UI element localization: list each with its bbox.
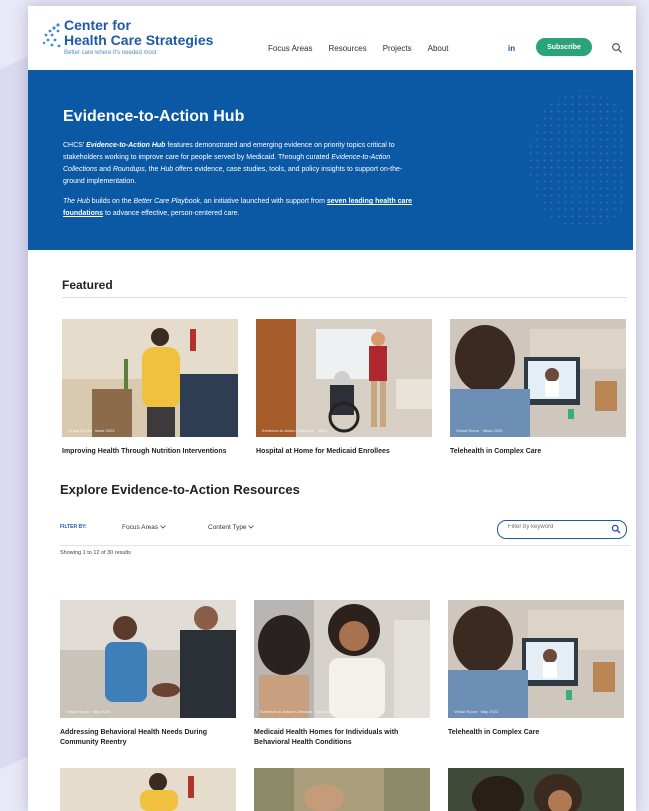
hero-playbook-text: , an initiative launched with support fr… [200, 198, 327, 205]
card-tag: Virtual Room · Ideas 2023 [68, 428, 115, 433]
telehealth-photo-illustration [448, 600, 624, 718]
site-header: Center for Health Care Strategies Better… [28, 6, 636, 75]
resource-card-partial[interactable] [448, 768, 624, 811]
hero-playbook-prefix: The Hub [63, 198, 90, 205]
kitchen-photo-illustration [62, 319, 238, 437]
content-type-label: Content Type [208, 524, 247, 531]
hero-playbook-end: to advance effective, person-centered ca… [103, 210, 240, 217]
telehealth-photo-illustration [450, 319, 626, 437]
card-image: Evidence-to-Action Collection · 2023 [256, 319, 432, 437]
search-icon[interactable] [611, 42, 623, 54]
hero-intro-prefix: CHCS' [63, 142, 85, 149]
hero-intro-and: and [97, 166, 113, 173]
hero-intro-hub-short: Hub [160, 166, 174, 173]
reentry-photo-illustration [60, 600, 236, 718]
focus-areas-dropdown[interactable]: Focus Areas [122, 524, 166, 531]
resource-card[interactable]: Evidence-to-Action Collection · June 202… [254, 600, 430, 748]
hero-playbook-mid: builds on the [89, 198, 134, 205]
card-title[interactable]: Hospital at Home for Medicaid Enrollees [256, 447, 432, 457]
focus-areas-label: Focus Areas [122, 524, 159, 531]
chevron-down-icon [160, 525, 166, 529]
resource-card-partial[interactable] [60, 768, 236, 811]
card-image: Virtual Room · Ideas 2023 [62, 319, 238, 437]
hero-banner: Evidence-to-Action Hub CHCS' Evidence-to… [28, 70, 633, 250]
resource-card[interactable]: Virtual Room · May 2023 Addressing Behav… [60, 600, 236, 748]
filter-bar: FILTER BY: Focus Areas Content Type [60, 520, 630, 540]
hero-playbook-name: Better Care Playbook [133, 198, 200, 205]
card-image: Virtual Room · May 2023 [448, 600, 624, 718]
keyword-search-input[interactable] [508, 524, 603, 530]
logo-tagline: Better care where it's needed most [64, 50, 157, 56]
nav-item-projects[interactable]: Projects [383, 44, 412, 53]
health-homes-photo-illustration [254, 600, 430, 718]
card-title[interactable]: Addressing Behavioral Health Needs Durin… [60, 728, 236, 748]
card-title[interactable]: Medicaid Health Homes for Individuals wi… [254, 728, 430, 748]
divider [60, 545, 630, 546]
hero-intro-text2: , the [144, 166, 161, 173]
page-frame: Center for Health Care Strategies Better… [28, 6, 636, 811]
card-tag: Virtual Room · May 2023 [454, 709, 499, 714]
featured-heading: Featured [62, 278, 113, 292]
photo-illustration [254, 768, 430, 811]
featured-card[interactable]: Virtual Room · Ideas 2023 Improving Heal… [62, 319, 238, 457]
hero-playbook: The Hub builds on the Better Care Playbo… [63, 196, 413, 220]
nav-item-focus-areas[interactable]: Focus Areas [268, 44, 312, 53]
card-title[interactable]: Telehealth in Complex Care [448, 728, 624, 738]
content-type-dropdown[interactable]: Content Type [208, 524, 255, 531]
hero-intro-roundups: Roundups [112, 166, 145, 173]
nav-item-resources[interactable]: Resources [328, 44, 367, 75]
card-title[interactable]: Improving Health Through Nutrition Inter… [62, 447, 238, 457]
resource-card[interactable]: Virtual Room · May 2023 Telehealth in Co… [448, 600, 624, 738]
card-image: Virtual Room · Ideas 2023 [450, 319, 626, 437]
logo-line1: Center for [64, 17, 131, 33]
card-title[interactable]: Telehealth in Complex Care [450, 447, 626, 457]
logo-dots-icon [42, 23, 61, 48]
linkedin-icon[interactable]: in [508, 44, 515, 53]
subscribe-button[interactable]: Subscribe [536, 38, 592, 56]
card-tag: Evidence-to-Action Collection · 2023 [262, 428, 327, 433]
featured-card[interactable]: Virtual Room · Ideas 2023 Telehealth in … [450, 319, 626, 457]
filter-label: FILTER BY: [60, 524, 87, 530]
hero-title: Evidence-to-Action Hub [63, 108, 245, 125]
nav-item-about[interactable]: About [428, 44, 449, 53]
explore-heading: Explore Evidence-to-Action Resources [60, 482, 300, 497]
card-image: Virtual Room · May 2023 [60, 600, 236, 718]
featured-card[interactable]: Evidence-to-Action Collection · 2023 Hos… [256, 319, 432, 457]
divider [62, 297, 627, 298]
hospital-home-photo-illustration [256, 319, 432, 437]
results-count: Showing 1 to 12 of 30 results [60, 550, 131, 556]
card-tag: Evidence-to-Action Collection · June 202… [260, 709, 335, 714]
photo-illustration [448, 768, 624, 811]
hero-intro-hub: Evidence-to-Action Hub [86, 142, 166, 149]
keyword-filter [497, 520, 627, 539]
resource-card-partial[interactable] [254, 768, 430, 811]
search-icon[interactable] [611, 524, 621, 534]
logo-wordmark[interactable]: Center for Health Care Strategies [64, 18, 213, 48]
dot-pattern-decoration [528, 90, 623, 230]
card-tag: Virtual Room · Ideas 2023 [456, 428, 503, 433]
main-nav: Focus Areas Resources Projects About [268, 44, 449, 75]
card-image: Evidence-to-Action Collection · June 202… [254, 600, 430, 718]
logo-line2: Health Care Strategies [64, 32, 214, 48]
chevron-down-icon [248, 525, 255, 529]
kitchen-photo-illustration [60, 768, 236, 811]
hero-intro: CHCS' Evidence-to-Action Hub features de… [63, 140, 403, 188]
card-tag: Virtual Room · May 2023 [66, 709, 111, 714]
